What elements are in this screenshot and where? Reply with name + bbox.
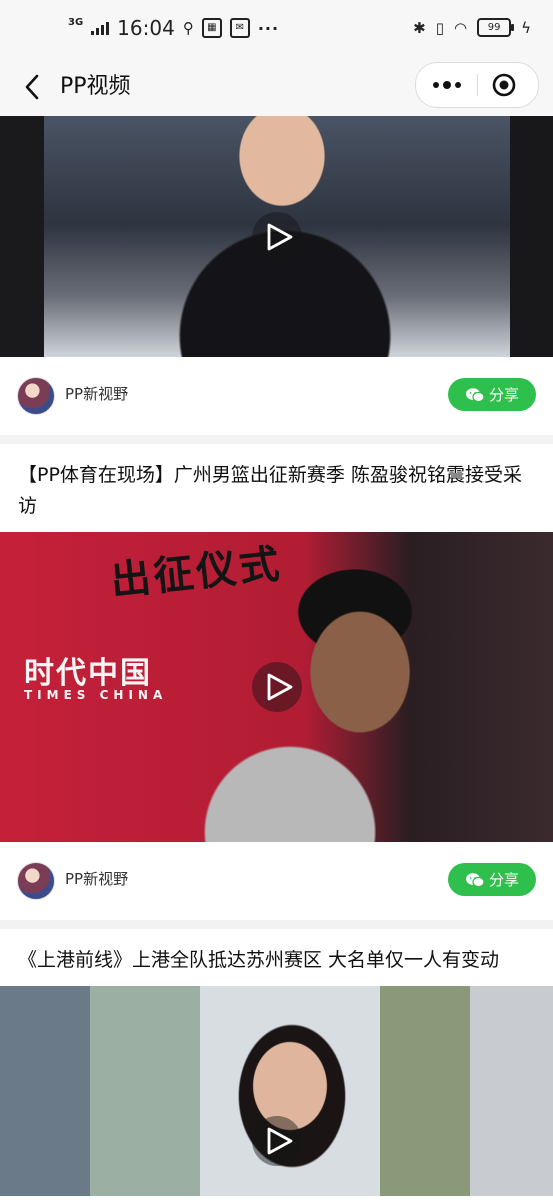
share-button[interactable]: 分享 [448,863,536,896]
video-overlay-text: TIMES CHINA [24,688,168,702]
status-bar: 3G 16:04 ⚲ ▦ ✉ ··· ✱ ▯ ◠ 99 ϟ [0,0,553,60]
nav-bar: PP视频 [0,60,553,116]
post-title[interactable]: 《上港前线》上港全队抵达苏州赛区 大名单仅一人有变动 [0,929,553,986]
back-icon[interactable] [20,72,50,102]
clock: 16:04 [117,16,175,40]
video-thumbnail[interactable] [0,116,553,357]
video-overlay-text: 出征仪式 [108,541,285,605]
author-row: PP新视野 分享 [0,842,553,920]
video-overlay-text: 时代中国 [24,656,152,691]
wifi-icon: ◠ [454,18,468,37]
usb-icon: ⚲ [182,19,194,37]
play-button[interactable] [251,1116,302,1166]
signal-icon [91,21,110,35]
video-thumbnail[interactable]: 出征仪式 时代中国 TIMES CHINA [0,532,553,842]
wechat-icon [465,872,485,887]
wechat-icon [465,387,485,402]
miniprogram-capsule [415,62,539,108]
page-title: PP视频 [60,74,131,99]
app-notification-icon: ▦ [201,18,222,38]
play-icon [267,223,292,250]
post-title[interactable]: 【PP体育在现场】广州男篮出征新赛季 陈盈骏祝铭震接受采访 [0,444,553,532]
author-row: PP新视野 分享 [0,357,553,435]
play-icon [267,1127,292,1155]
author-name[interactable]: PP新视野 [65,869,128,889]
video-thumbnail[interactable] [0,986,553,1196]
play-button[interactable] [251,211,302,262]
vibrate-icon: ▯ [435,18,444,37]
bluetooth-icon: ✱ [413,18,426,37]
video-feed: PP新视野 分享 【PP体育在现场】广州男篮出征新赛季 陈盈骏祝铭震接受采访 出… [0,116,553,1196]
author-avatar[interactable] [17,862,55,900]
author-name[interactable]: PP新视野 [65,384,128,404]
share-button[interactable]: 分享 [448,378,536,411]
close-miniprogram-icon[interactable] [492,73,516,97]
battery-icon: 99 [477,18,515,37]
post-separator [0,435,553,444]
more-menu-button[interactable] [416,63,477,107]
message-notification-icon: ✉ [229,18,250,38]
play-button[interactable] [251,662,302,712]
charging-icon: ϟ [521,18,531,37]
share-label: 分享 [488,386,519,404]
post-separator [0,920,553,929]
share-label: 分享 [488,871,519,889]
capsule-divider [477,74,478,96]
author-avatar[interactable] [17,377,55,415]
play-icon [267,673,292,701]
more-notifications-icon: ··· [257,18,280,38]
network-type: 3G [68,16,84,28]
